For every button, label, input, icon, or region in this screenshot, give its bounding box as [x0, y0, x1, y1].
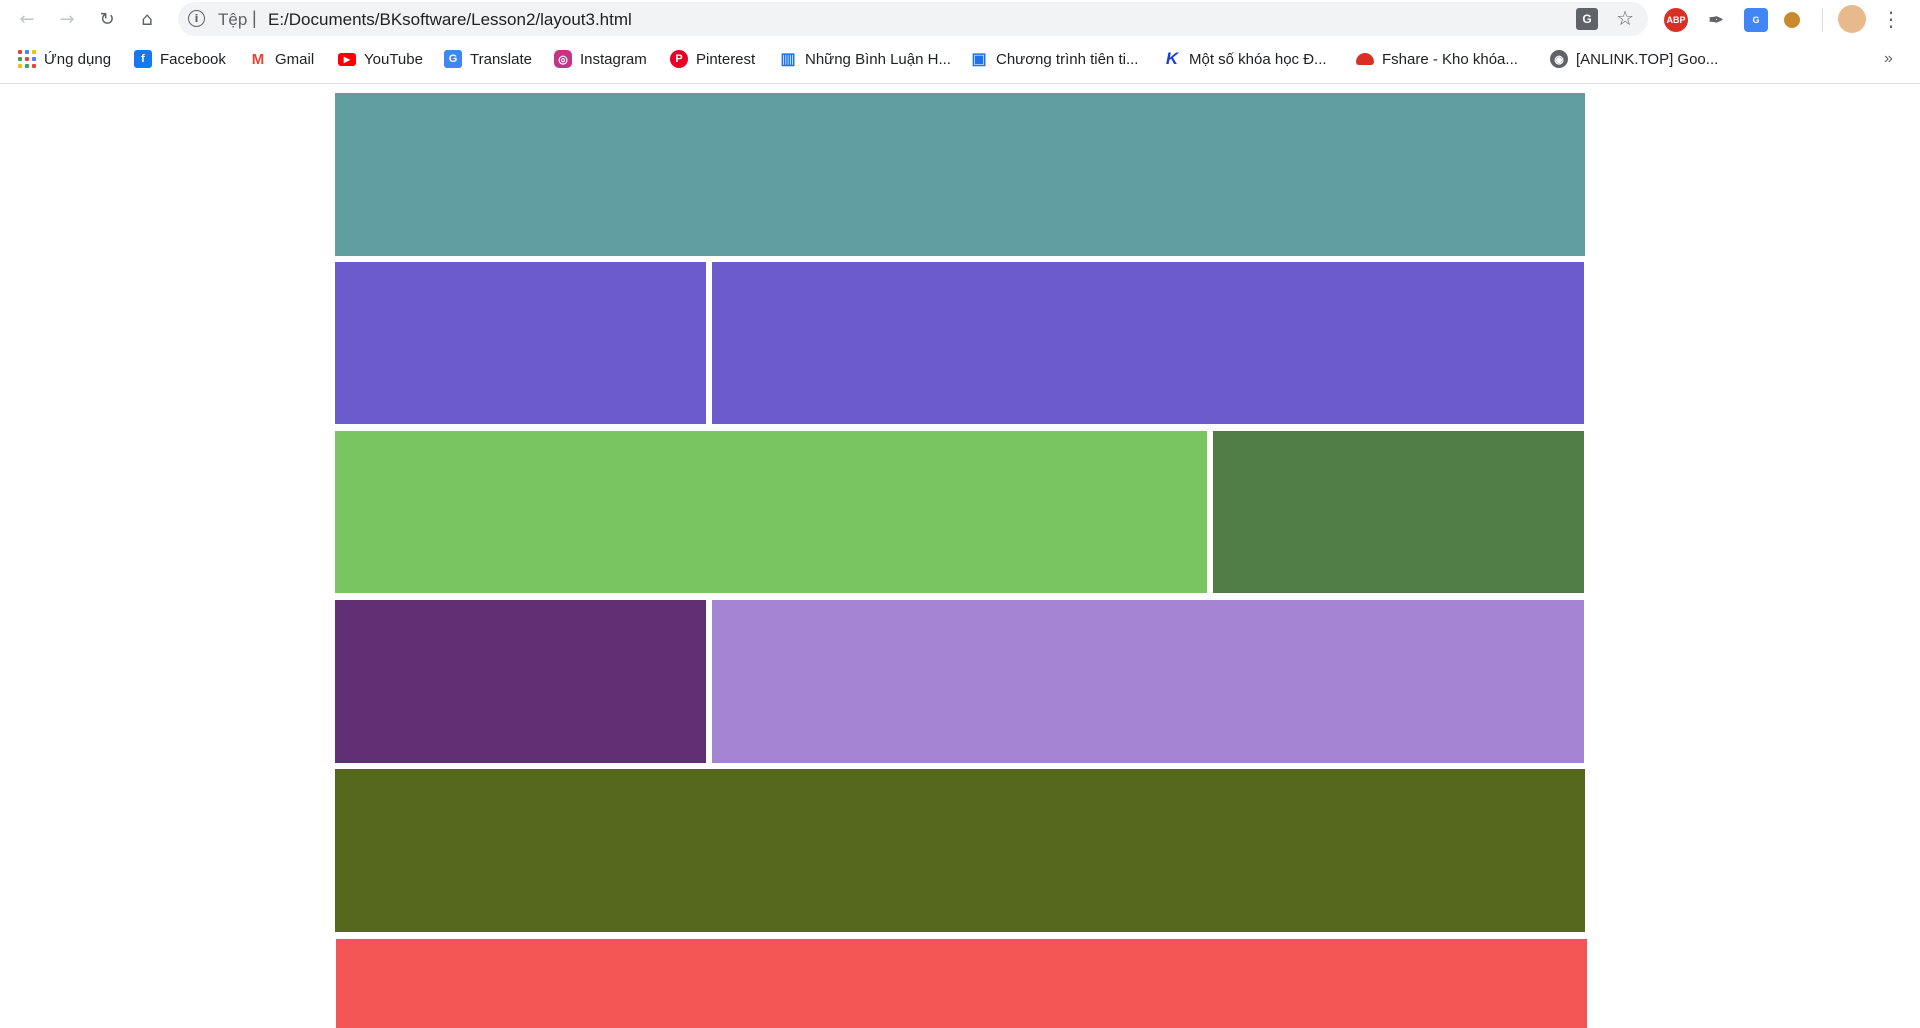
eyedropper-icon[interactable]: ✒ — [1704, 8, 1728, 32]
bookmark-label: Những Bình Luận H... — [805, 50, 951, 68]
layout-row2-right-block — [712, 262, 1584, 424]
back-icon[interactable]: ← — [12, 4, 42, 34]
address-separator: | — [252, 8, 257, 28]
bookmark-translate[interactable]: G Translate — [444, 48, 532, 70]
menu-kebab-icon[interactable]: ⋮ — [1876, 4, 1906, 34]
address-url[interactable]: E:/Documents/BKsoftware/Lesson2/layout3.… — [268, 10, 632, 30]
cookie-extension-icon[interactable] — [1784, 12, 1800, 28]
bookmark-label: Chương trình tiên ti... — [996, 50, 1139, 68]
bookmark-label: Một số khóa học Đ... — [1189, 50, 1327, 68]
bookmark-label: Fshare - Kho khóa... — [1382, 50, 1518, 68]
layout-row4-left-block — [335, 600, 706, 763]
layout-icon: ▣ — [971, 51, 987, 68]
layout-row5-block — [335, 769, 1585, 932]
bookmark-label: Pinterest — [696, 50, 756, 68]
layout-footer-block — [336, 939, 1587, 1028]
home-icon[interactable]: ⌂ — [132, 4, 162, 34]
page-content — [0, 85, 1920, 1028]
bookmark-khoa-hoc[interactable]: K Một số khóa học Đ... — [1163, 48, 1327, 70]
cloud-icon — [1356, 53, 1374, 65]
bookmarks-overflow-icon[interactable]: » — [1884, 48, 1893, 70]
toolbar-divider — [1822, 8, 1823, 32]
bookmark-label: Gmail — [275, 50, 315, 68]
translate-icon: G — [444, 50, 462, 68]
browser-chrome: ← → ↻ ⌂ i Tệp | E:/Documents/BKsoftware/… — [0, 0, 1920, 84]
youtube-icon: ▶ — [338, 52, 356, 66]
apps-grid-icon — [18, 50, 36, 68]
adblock-plus-icon[interactable]: ABP — [1664, 8, 1688, 32]
layout-row3-right-block — [1213, 431, 1584, 593]
bookmark-label: [ANLINK.TOP] Goo... — [1576, 50, 1719, 68]
address-bar[interactable]: i Tệp | E:/Documents/BKsoftware/Lesson2/… — [178, 2, 1648, 36]
site-info-icon[interactable]: i — [188, 10, 205, 27]
bookmark-star-icon[interactable]: ☆ — [1616, 6, 1634, 30]
google-translate-extension-icon[interactable]: G — [1744, 8, 1768, 32]
bookmark-instagram[interactable]: ◎ Instagram — [554, 48, 647, 70]
reload-icon[interactable]: ↻ — [92, 4, 122, 34]
globe-icon: ◉ — [1550, 50, 1568, 68]
book-icon: ▥ — [780, 51, 796, 68]
bookmarks-bar: Ứng dụng f Facebook M Gmail ▶ YouTube G … — [0, 44, 1920, 74]
layout-row2-left-block — [335, 262, 706, 424]
bookmark-label: Instagram — [580, 50, 647, 68]
forward-icon[interactable]: → — [52, 4, 82, 34]
bookmark-gmail[interactable]: M Gmail — [249, 48, 314, 70]
facebook-icon: f — [134, 50, 152, 68]
pinterest-icon: P — [670, 50, 688, 68]
bookmark-chuong-trinh[interactable]: ▣ Chương trình tiên ti... — [970, 48, 1138, 70]
layout-row3-left-block — [335, 431, 1207, 593]
layout-header-block — [335, 93, 1585, 256]
bookmark-anlink[interactable]: ◉ [ANLINK.TOP] Goo... — [1550, 48, 1718, 70]
k-logo-icon: K — [1165, 49, 1179, 68]
bookmark-pinterest[interactable]: P Pinterest — [670, 48, 755, 70]
bookmark-label: Ứng dụng — [44, 50, 112, 68]
layout-row4-right-block — [712, 600, 1584, 763]
gmail-icon: M — [251, 50, 265, 68]
instagram-icon: ◎ — [554, 50, 572, 68]
bookmark-binh-luan[interactable]: ▥ Những Bình Luận H... — [779, 48, 951, 70]
bookmark-label: YouTube — [364, 50, 423, 68]
bookmark-fshare[interactable]: Fshare - Kho khóa... — [1356, 48, 1518, 70]
bookmark-youtube[interactable]: ▶ YouTube — [338, 48, 423, 70]
bookmark-facebook[interactable]: f Facebook — [134, 48, 226, 70]
address-scheme: Tệp — [218, 10, 248, 29]
bookmark-label: Facebook — [160, 50, 226, 68]
profile-avatar[interactable] — [1838, 5, 1866, 33]
bookmark-apps[interactable]: Ứng dụng — [18, 48, 111, 70]
bookmark-label: Translate — [470, 50, 532, 68]
translate-page-icon[interactable]: G — [1576, 8, 1598, 30]
browser-toolbar: ← → ↻ ⌂ i Tệp | E:/Documents/BKsoftware/… — [0, 0, 1920, 38]
